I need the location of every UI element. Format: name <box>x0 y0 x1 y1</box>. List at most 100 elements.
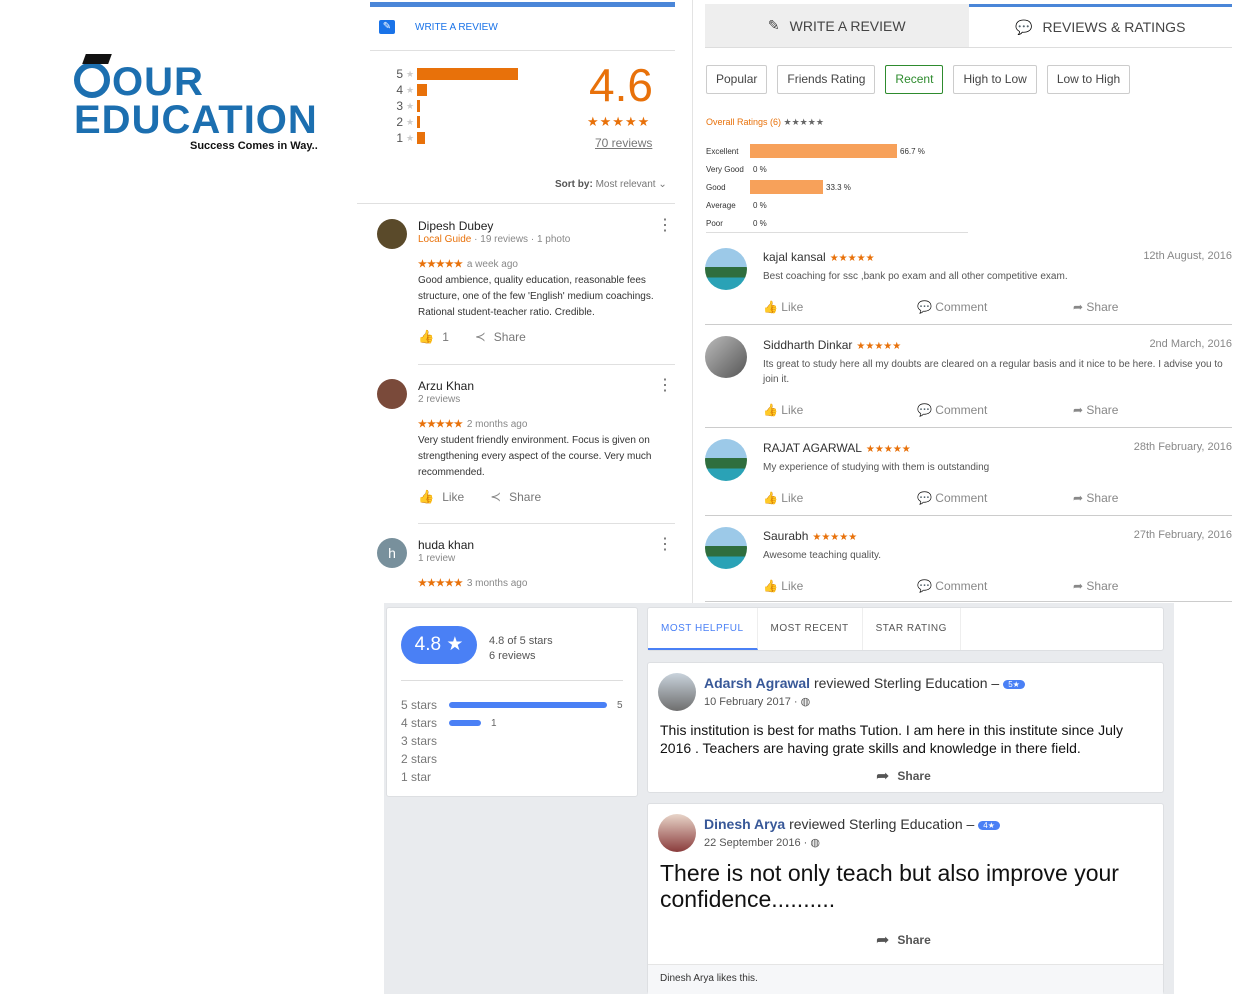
reviewed-text: reviewed Sterling Education – <box>810 675 1000 691</box>
star-icon: ★ <box>405 132 415 143</box>
tab-label: REVIEWS & RATINGS <box>1042 19 1186 35</box>
reviewer-stats: · 19 reviews · 1 photo <box>471 234 571 245</box>
comment-label: Comment <box>935 491 988 505</box>
share-button[interactable]: ➦ Share <box>1073 491 1118 505</box>
write-review-link[interactable]: ✎ WRITE A REVIEW <box>379 20 498 34</box>
divider <box>401 680 623 681</box>
reviewer-name[interactable]: Siddharth Dinkar ★★★★★ <box>763 338 901 352</box>
review-stars-glyphs: ★★★★★ <box>418 419 463 430</box>
like-button[interactable]: 👍 Like <box>763 491 803 505</box>
post-date[interactable]: 22 September 2016 · ◍ <box>704 836 820 849</box>
google-reviews-panel: ✎ WRITE A REVIEW 5 ★ 4 ★ 3 ★ 2 ★ 1 ★ 4.6 ★★★★… <box>357 0 692 603</box>
breakdown-label: Average <box>706 200 736 210</box>
review-post: Dinesh Arya reviewed Sterling Education … <box>647 803 1164 994</box>
avatar[interactable] <box>705 439 747 481</box>
filter-high-to-low[interactable]: High to Low <box>953 65 1037 94</box>
avatar[interactable] <box>705 248 747 290</box>
comment-button[interactable]: 💬 Comment <box>917 491 987 505</box>
share-button[interactable]: ➦ Share <box>876 766 931 786</box>
avatar[interactable]: h <box>377 538 407 568</box>
filter-low-to-high[interactable]: Low to High <box>1046 65 1131 94</box>
reviewer-name[interactable]: RAJAT AGARWAL ★★★★★ <box>763 441 911 455</box>
review-time: 3 months ago <box>466 578 528 589</box>
score-details: 4.8 of 5 stars 6 reviews <box>489 634 553 664</box>
post-date[interactable]: 10 February 2017 · ◍ <box>704 695 810 708</box>
avatar[interactable] <box>658 814 696 852</box>
comment-label: Comment <box>935 300 988 314</box>
histogram-row: 5 ★ <box>393 66 518 82</box>
tab-write-review[interactable]: ✎ WRITE A REVIEW <box>705 4 969 48</box>
breakdown-pct: 66.7 % <box>900 146 925 156</box>
tab-most-helpful[interactable]: MOST HELPFUL <box>648 608 758 650</box>
review-item: RAJAT AGARWAL ★★★★★ 28th February, 2016 M… <box>705 437 1232 516</box>
more-options-icon[interactable]: ⋮ <box>657 218 673 234</box>
share-label: Share <box>897 933 931 947</box>
filter-popular[interactable]: Popular <box>706 65 768 94</box>
comment-button[interactable]: 💬 Comment <box>917 579 987 593</box>
breakdown-row: Poor 0 % <box>706 216 767 230</box>
avatar[interactable] <box>377 219 407 249</box>
share-button[interactable]: ➦ Share <box>1073 403 1118 417</box>
reviewer-name[interactable]: kajal kansal ★★★★★ <box>763 250 875 264</box>
avatar[interactable] <box>705 527 747 569</box>
like-button[interactable]: 👍 Like <box>418 489 464 505</box>
like-button[interactable]: 👍 1 <box>418 329 449 345</box>
filter-recent[interactable]: Recent <box>885 65 944 94</box>
tab-most-recent[interactable]: MOST RECENT <box>758 608 863 650</box>
share-button[interactable]: ≺ Share <box>475 329 526 345</box>
like-button[interactable]: 👍 Like <box>763 403 803 417</box>
review-count-link[interactable]: 70 reviews <box>595 136 652 150</box>
share-icon: ≺ <box>490 489 502 504</box>
reviewer-name[interactable]: Dipesh Dubey <box>418 219 493 233</box>
avatar[interactable] <box>377 379 407 409</box>
filter-friends-rating[interactable]: Friends Rating <box>777 65 876 94</box>
reviewer-name[interactable]: huda khan <box>418 538 474 552</box>
share-button[interactable]: ➦ Share <box>1073 300 1118 314</box>
rating-histogram: 5 ★ 4 ★ 3 ★ 2 ★ 1 ★ <box>393 66 518 146</box>
like-button[interactable]: 👍 Like <box>763 300 803 314</box>
share-button[interactable]: ≺ Share <box>490 489 541 505</box>
review-actions: 👍 Like ≺ Share <box>418 489 541 505</box>
pencil-icon: ✎ <box>379 20 395 34</box>
rating-breakdown: Excellent 66.7 % Very Good 0 % Good 33.3 % … <box>706 140 968 233</box>
more-options-icon[interactable]: ⋮ <box>657 537 673 553</box>
histogram-bar <box>417 84 427 96</box>
review-stars: ★★★★★ <box>829 253 875 264</box>
share-button[interactable]: ➦ Share <box>1073 579 1118 593</box>
histogram-bar <box>417 116 420 128</box>
author-name[interactable]: Adarsh Agrawal <box>704 675 810 691</box>
review-post: Adarsh Agrawal reviewed Sterling Educati… <box>647 662 1164 793</box>
reviewer-name-text: Siddharth Dinkar <box>763 338 853 352</box>
like-button[interactable]: 👍 Like <box>763 579 803 593</box>
histogram-bar <box>417 132 425 144</box>
post-text: This institution is best for maths Tutio… <box>660 722 1123 756</box>
breakdown-label: Very Good <box>706 164 744 174</box>
comment-button[interactable]: 💬 Comment <box>917 300 987 314</box>
review-text: Best coaching for ssc ,bank po exam and … <box>763 271 1068 282</box>
histogram-row: 1 ★ <box>393 130 518 146</box>
star-icon: ★ <box>405 68 415 79</box>
star-row-label: 1 star <box>401 770 432 784</box>
breakdown-bar <box>750 180 823 194</box>
author-name[interactable]: Dinesh Arya <box>704 816 785 832</box>
reviewer-name[interactable]: Arzu Khan <box>418 379 474 393</box>
histogram-row: 3 ★ <box>393 98 518 114</box>
avatar[interactable] <box>658 673 696 711</box>
like-label: Like <box>781 579 804 593</box>
sort-dropdown[interactable]: Sort by: Most relevant ⌄ <box>555 179 667 190</box>
breakdown-label: Poor <box>706 218 723 228</box>
tab-reviews-ratings[interactable]: 💬 REVIEWS & RATINGS <box>968 4 1232 48</box>
share-button[interactable]: ➦ Share <box>876 930 931 950</box>
share-arrow-icon: ➦ <box>876 768 890 785</box>
like-label: Like <box>781 403 804 417</box>
more-options-icon[interactable]: ⋮ <box>657 378 673 394</box>
likes-summary[interactable]: Dinesh Arya likes this. <box>648 964 1163 994</box>
avatar[interactable] <box>705 336 747 378</box>
comment-button[interactable]: 💬 Comment <box>917 403 987 417</box>
tab-star-rating[interactable]: STAR RATING <box>863 608 961 650</box>
comment-label: Comment <box>935 579 988 593</box>
reviewer-name[interactable]: Saurabh ★★★★★ <box>763 529 857 543</box>
share-icon: ≺ <box>474 329 486 344</box>
review-item: h huda khan 1 review ⋮ ★★★★★ 3 months ago <box>377 537 677 598</box>
share-arrow-icon: ➦ <box>876 932 890 949</box>
